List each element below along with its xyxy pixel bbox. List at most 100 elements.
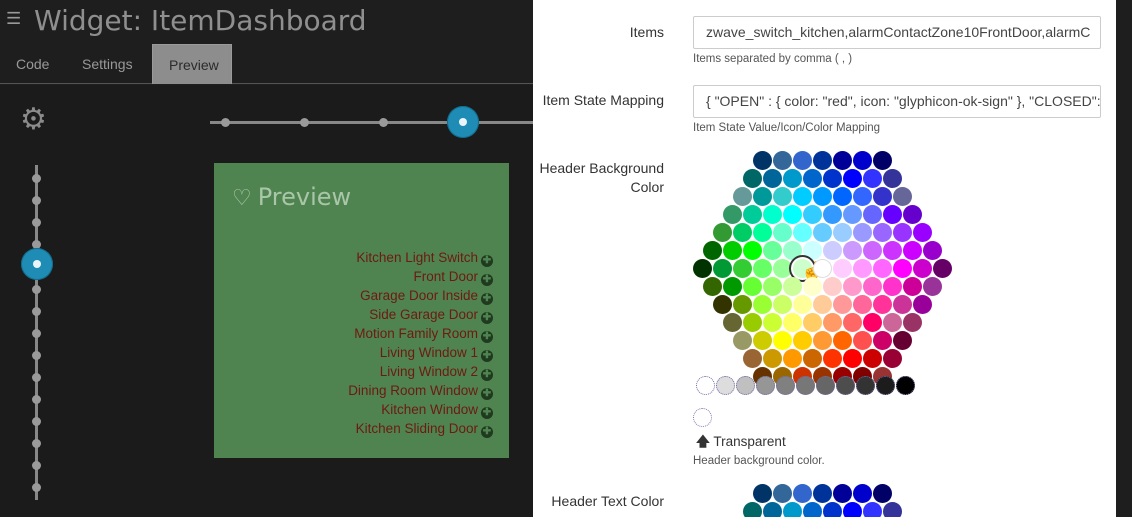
slider-tick[interactable] — [32, 351, 41, 360]
color-swatch[interactable] — [733, 295, 752, 314]
gear-icon[interactable]: ⚙ — [20, 105, 47, 135]
color-swatch[interactable] — [853, 295, 872, 314]
slider-tick[interactable] — [32, 196, 41, 205]
color-swatch[interactable] — [813, 484, 832, 503]
color-swatch[interactable] — [913, 223, 932, 242]
color-swatch[interactable] — [803, 277, 822, 296]
color-swatch[interactable] — [743, 349, 762, 368]
color-swatch[interactable] — [773, 295, 792, 314]
color-swatch[interactable] — [823, 349, 842, 368]
color-swatch[interactable] — [743, 502, 762, 517]
color-swatch[interactable] — [723, 205, 742, 224]
color-swatch[interactable] — [783, 205, 802, 224]
transparent-option[interactable]: 🡅 Transparent — [696, 432, 786, 455]
color-swatch[interactable] — [803, 313, 822, 332]
color-swatch[interactable] — [693, 259, 712, 278]
width-slider-track[interactable] — [210, 121, 540, 124]
color-swatch[interactable] — [763, 205, 782, 224]
color-swatch[interactable] — [843, 349, 862, 368]
color-swatch[interactable] — [883, 277, 902, 296]
color-swatch[interactable] — [793, 187, 812, 206]
color-swatch[interactable] — [763, 349, 782, 368]
color-swatch[interactable] — [803, 205, 822, 224]
height-slider-handle[interactable] — [21, 248, 53, 280]
color-swatch[interactable] — [753, 484, 772, 503]
gray-swatch[interactable] — [856, 376, 875, 395]
color-swatch[interactable] — [823, 313, 842, 332]
gray-swatch[interactable] — [756, 376, 775, 395]
gray-swatch[interactable] — [816, 376, 835, 395]
color-swatch[interactable] — [723, 277, 742, 296]
color-swatch[interactable] — [853, 259, 872, 278]
color-swatch[interactable] — [813, 295, 832, 314]
color-swatch[interactable] — [703, 277, 722, 296]
color-swatch[interactable] — [833, 484, 852, 503]
color-swatch[interactable] — [843, 313, 862, 332]
color-swatch[interactable] — [853, 187, 872, 206]
color-swatch[interactable] — [743, 277, 762, 296]
color-swatch[interactable] — [753, 223, 772, 242]
color-swatch[interactable] — [893, 331, 912, 350]
color-swatch[interactable] — [873, 151, 892, 170]
tab-preview[interactable]: Preview — [152, 44, 232, 84]
color-swatch[interactable] — [933, 259, 952, 278]
items-input[interactable]: zwave_switch_kitchen,alarmContactZone10F… — [693, 16, 1101, 49]
color-swatch[interactable] — [813, 331, 832, 350]
color-swatch[interactable] — [793, 223, 812, 242]
color-swatch[interactable] — [733, 259, 752, 278]
color-swatch[interactable] — [813, 259, 832, 278]
color-swatch[interactable] — [873, 331, 892, 350]
color-swatch[interactable] — [773, 484, 792, 503]
color-swatch[interactable] — [713, 259, 732, 278]
color-swatch[interactable] — [803, 169, 822, 188]
slider-tick[interactable] — [221, 118, 230, 127]
color-swatch[interactable] — [833, 259, 852, 278]
color-swatch[interactable] — [753, 187, 772, 206]
color-swatch[interactable] — [753, 151, 772, 170]
color-swatch[interactable] — [763, 277, 782, 296]
color-swatch[interactable] — [823, 502, 842, 517]
color-swatch[interactable] — [863, 205, 882, 224]
color-swatch[interactable] — [743, 205, 762, 224]
color-swatch[interactable] — [743, 313, 762, 332]
color-swatch[interactable] — [793, 151, 812, 170]
slider-tick[interactable] — [32, 285, 41, 294]
color-swatch[interactable] — [823, 241, 842, 260]
color-swatch[interactable] — [873, 259, 892, 278]
color-swatch[interactable] — [723, 313, 742, 332]
color-swatch[interactable] — [873, 484, 892, 503]
color-swatch[interactable] — [773, 187, 792, 206]
color-swatch[interactable] — [863, 169, 882, 188]
color-swatch[interactable] — [893, 259, 912, 278]
color-swatch[interactable] — [813, 187, 832, 206]
slider-tick[interactable] — [32, 395, 41, 404]
color-swatch[interactable] — [843, 169, 862, 188]
gray-swatch[interactable] — [716, 376, 735, 395]
slider-tick[interactable] — [32, 483, 41, 492]
color-swatch[interactable] — [783, 277, 802, 296]
color-swatch[interactable] — [913, 295, 932, 314]
color-swatch[interactable] — [713, 223, 732, 242]
color-swatch[interactable] — [893, 223, 912, 242]
transparent-swatch[interactable] — [693, 408, 712, 427]
color-swatch[interactable] — [803, 502, 822, 517]
color-swatch[interactable] — [863, 349, 882, 368]
color-swatch[interactable] — [763, 502, 782, 517]
slider-tick[interactable] — [300, 118, 309, 127]
color-swatch[interactable] — [733, 223, 752, 242]
color-swatch[interactable] — [883, 241, 902, 260]
gray-swatch[interactable] — [876, 376, 895, 395]
gray-swatch[interactable] — [836, 376, 855, 395]
color-swatch[interactable] — [833, 151, 852, 170]
color-swatch[interactable] — [883, 313, 902, 332]
color-swatch[interactable] — [863, 277, 882, 296]
color-swatch[interactable] — [853, 484, 872, 503]
color-swatch[interactable] — [743, 169, 762, 188]
color-swatch[interactable] — [843, 502, 862, 517]
color-swatch[interactable] — [793, 295, 812, 314]
tab-settings[interactable]: Settings — [66, 44, 149, 84]
color-swatch[interactable] — [773, 331, 792, 350]
gray-swatch[interactable] — [736, 376, 755, 395]
color-swatch[interactable] — [883, 502, 902, 517]
color-swatch[interactable] — [823, 277, 842, 296]
